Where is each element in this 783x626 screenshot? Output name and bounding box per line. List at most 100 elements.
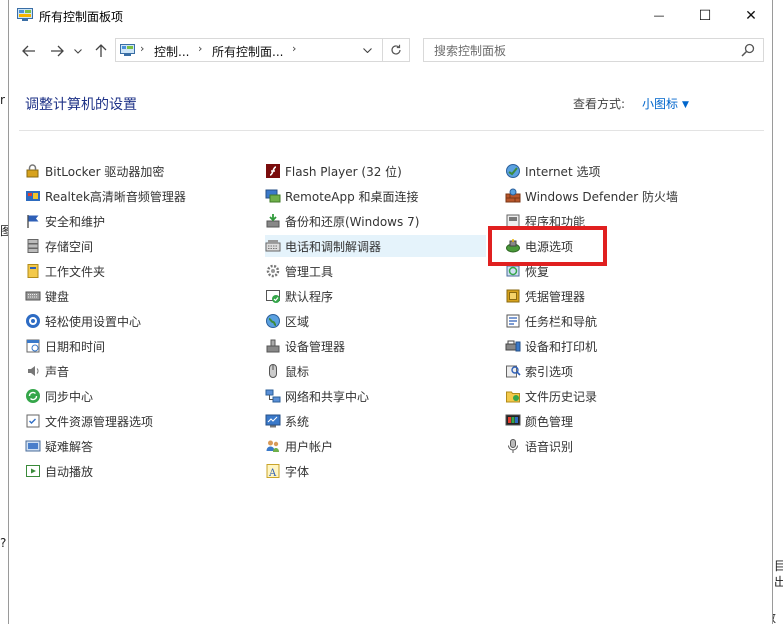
up-button[interactable] [91, 41, 111, 61]
control-panel-app-icon [17, 8, 33, 21]
item-storage-spaces[interactable]: 存储空间 [25, 235, 93, 257]
item-device-manager[interactable]: 设备管理器 [265, 335, 345, 357]
outside-fragment-3: ? [0, 536, 7, 550]
item-file-explorer-options[interactable]: 文件资源管理器选项 [25, 410, 153, 432]
breadcrumb-control-panel[interactable]: 控制... [154, 43, 189, 60]
header-divider [19, 130, 764, 131]
item-sound[interactable]: 声音 [25, 360, 69, 382]
item-label: 自动播放 [45, 464, 94, 479]
item-label: Windows Defender 防火墙 [525, 189, 678, 204]
item-file-history[interactable]: 文件历史记录 [505, 385, 597, 407]
maximize-button[interactable]: ☐ [682, 0, 728, 31]
item-label: 电话和调制解调器 [285, 239, 382, 254]
forward-button[interactable] [47, 41, 67, 61]
item-devices-printers[interactable]: 设备和打印机 [505, 335, 597, 357]
refresh-icon [391, 44, 401, 55]
item-windows-firewall[interactable]: Windows Defender 防火墙 [505, 185, 678, 207]
title-bar[interactable]: 所有控制面板项 — ☐ ✕ [9, 0, 772, 31]
system-icon [265, 413, 281, 429]
backup-restore-icon [265, 213, 281, 229]
forward-arrow-icon [51, 45, 64, 57]
bitlocker-icon [25, 163, 41, 179]
view-by-value: 小图标 [642, 97, 679, 111]
indexing-options-icon [505, 363, 521, 379]
sound-icon [25, 363, 41, 379]
item-label: 同步中心 [45, 389, 94, 404]
refresh-button[interactable] [382, 39, 409, 61]
admin-tools-icon [265, 263, 281, 279]
search-input[interactable] [432, 42, 736, 60]
chevron-down-icon [362, 47, 372, 53]
view-by-dropdown[interactable]: 小图标 ▼ [642, 95, 689, 112]
item-work-folders[interactable]: 工作文件夹 [25, 260, 105, 282]
item-label: 日期和时间 [45, 339, 106, 354]
back-button[interactable] [19, 41, 39, 61]
item-label: 存储空间 [45, 239, 94, 254]
item-admin-tools[interactable]: 管理工具 [265, 260, 333, 282]
storage-spaces-icon [25, 238, 41, 254]
chevron-down-icon [74, 48, 82, 54]
item-mouse[interactable]: 鼠标 [265, 360, 309, 382]
item-credential-manager[interactable]: 凭据管理器 [505, 285, 585, 307]
item-backup-restore[interactable]: 备份和还原(Windows 7) [265, 210, 419, 232]
item-internet-options[interactable]: Internet 选项 [505, 160, 600, 182]
mouse-icon [265, 363, 281, 379]
address-bar[interactable]: › 控制... › 所有控制面... › [115, 38, 410, 62]
item-security-maintenance[interactable]: 安全和维护 [25, 210, 105, 232]
item-taskbar-navigation[interactable]: 任务栏和导航 [505, 310, 597, 332]
item-flash-player[interactable]: Flash Player (32 位) [265, 160, 402, 182]
breadcrumb-separator: › [140, 42, 145, 55]
item-keyboard[interactable]: 键盘 [25, 285, 69, 307]
item-indexing-options[interactable]: 索引选项 [505, 360, 573, 382]
item-label: 轻松使用设置中心 [45, 314, 142, 329]
item-fonts[interactable]: A 字体 [265, 460, 309, 482]
item-label: 管理工具 [285, 264, 334, 279]
item-autoplay[interactable]: 自动播放 [25, 460, 93, 482]
ease-of-access-icon [25, 313, 41, 329]
search-box[interactable] [423, 38, 764, 62]
item-region[interactable]: 区域 [265, 310, 309, 332]
breadcrumb-separator: › [198, 42, 203, 55]
item-user-accounts[interactable]: 用户帐户 [265, 435, 333, 457]
item-label: 安全和维护 [45, 214, 106, 229]
item-bitlocker[interactable]: BitLocker 驱动器加密 [25, 160, 164, 182]
control-panel-window: 所有控制面板项 — ☐ ✕ › 控制... › 所有控制面... › 搜索控制面… [8, 0, 773, 624]
item-sync-center[interactable]: 同步中心 [25, 385, 93, 407]
item-ease-of-access[interactable]: 轻松使用设置中心 [25, 310, 141, 332]
breadcrumb-all-items[interactable]: 所有控制面... [212, 43, 283, 60]
item-system[interactable]: 系统 [265, 410, 309, 432]
close-button[interactable]: ✕ [728, 0, 774, 31]
autoplay-icon [25, 463, 41, 479]
item-date-time[interactable]: 日期和时间 [25, 335, 105, 357]
device-manager-icon [265, 338, 281, 354]
item-label: 凭据管理器 [525, 289, 586, 304]
item-default-programs[interactable]: 默认程序 [265, 285, 333, 307]
item-realtek[interactable]: Realtek高清晰音频管理器 [25, 185, 186, 207]
search-icon[interactable] [741, 43, 755, 57]
control-panel-small-icon [120, 44, 135, 56]
item-label: 设备和打印机 [525, 339, 598, 354]
flash-player-icon [265, 163, 281, 179]
navigation-bar: › 控制... › 所有控制面... › [9, 31, 772, 71]
security-flag-icon [25, 213, 41, 229]
item-remoteapp[interactable]: RemoteApp 和桌面连接 [265, 185, 419, 207]
item-color-management[interactable]: 颜色管理 [505, 410, 573, 432]
fonts-icon: A [265, 463, 281, 479]
region-icon [265, 313, 281, 329]
item-phone-modem[interactable]: 电话和调制解调器 [265, 235, 486, 257]
svg-text:A: A [268, 468, 277, 479]
page-title: 调整计算机的设置 [25, 97, 137, 113]
item-speech-recognition[interactable]: 语音识别 [505, 435, 573, 457]
minimize-button[interactable]: — [636, 0, 682, 31]
item-label: 文件历史记录 [525, 389, 598, 404]
recent-locations-button[interactable] [71, 41, 85, 61]
outside-fragment-4: 目 [774, 559, 783, 573]
item-label: Realtek高清晰音频管理器 [45, 189, 186, 204]
outside-fragment-1: r [0, 93, 5, 107]
file-explorer-options-icon [25, 413, 41, 429]
item-network-sharing[interactable]: 网络和共享中心 [265, 385, 369, 407]
devices-printers-icon [505, 338, 521, 354]
item-troubleshooting[interactable]: 疑难解答 [25, 435, 93, 457]
address-history-dropdown[interactable] [356, 40, 378, 60]
item-label: 设备管理器 [285, 339, 346, 354]
